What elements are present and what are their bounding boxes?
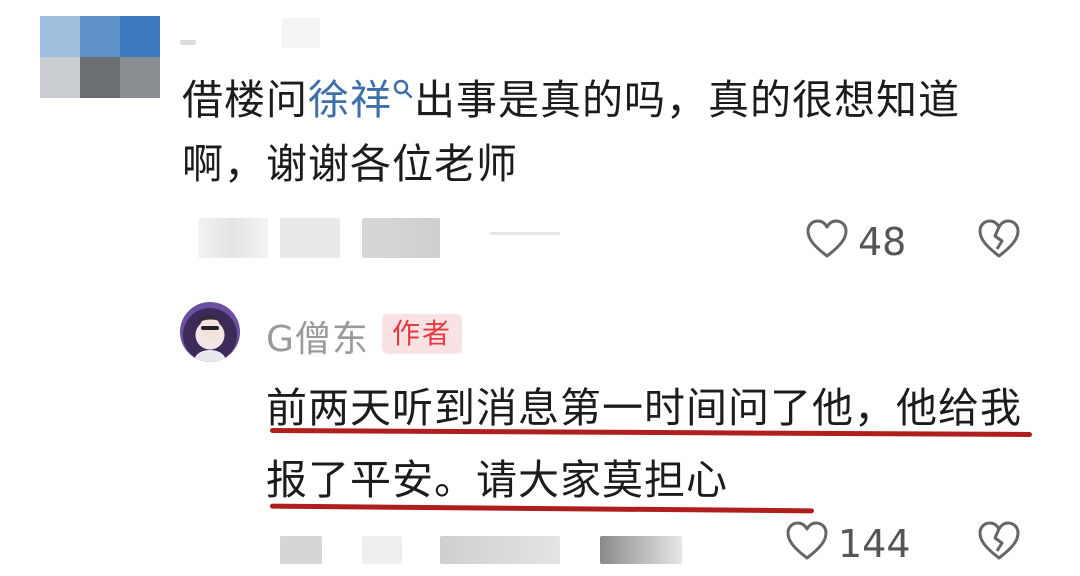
author-avatar-portrait — [194, 315, 226, 362]
broken-heart-icon[interactable] — [976, 218, 1022, 260]
comment-location-blurred — [280, 218, 340, 258]
divider-blurred — [490, 232, 560, 235]
commenter-meta-blurred — [282, 18, 320, 48]
broken-heart-icon[interactable] — [976, 520, 1022, 562]
commenter-name-blurred — [180, 40, 196, 45]
reply-text: 前两天听到消息第一时间问了他，他给我报了平安。请大家莫担心 — [266, 384, 1022, 504]
search-icon[interactable] — [392, 78, 414, 112]
author-badge: 作者 — [382, 314, 463, 354]
reply-button-blurred[interactable] — [362, 218, 440, 258]
reply-time-blurred — [280, 536, 322, 564]
author-avatar[interactable] — [180, 302, 240, 362]
author-name[interactable]: G僧东 — [266, 310, 369, 362]
comment-text-before: 借楼问 — [182, 76, 308, 124]
comment-time-blurred — [198, 218, 268, 258]
comment-text: 借楼问徐祥 出事是真的吗，真的很想知道啊，谢谢各位老师 — [182, 68, 1042, 196]
comment-like-count: 48 — [858, 220, 907, 264]
reply-location-blurred — [362, 536, 402, 564]
reply-like-count: 144 — [838, 522, 911, 566]
heart-icon[interactable] — [784, 520, 830, 562]
heart-icon[interactable] — [804, 218, 850, 260]
reply-reply-blurred[interactable] — [440, 536, 560, 564]
commenter-avatar[interactable] — [40, 16, 160, 98]
reply-extra-blurred — [600, 536, 682, 564]
mention-link[interactable]: 徐祥 — [308, 76, 392, 124]
